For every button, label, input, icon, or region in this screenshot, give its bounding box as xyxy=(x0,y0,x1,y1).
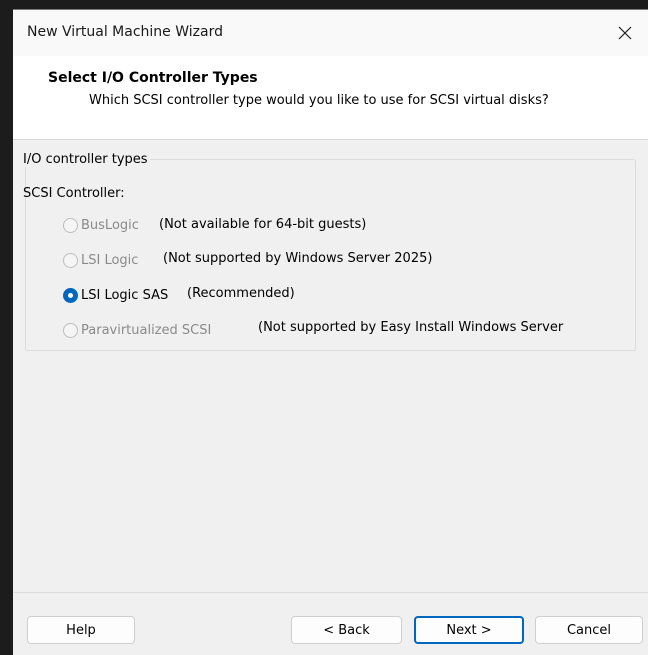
title-bar: New Virtual Machine Wizard xyxy=(13,10,648,56)
radio-lsi-logic-sas[interactable]: LSI Logic SAS xyxy=(63,285,168,305)
radio-button[interactable] xyxy=(63,217,78,233)
close-button[interactable] xyxy=(602,10,648,56)
wizard-header: Select I/O Controller Types Which SCSI c… xyxy=(13,56,648,140)
page-title: Select I/O Controller Types xyxy=(48,70,258,86)
radio-button-selected[interactable] xyxy=(63,287,78,303)
option-label: Paravirtualized SCSI xyxy=(81,322,212,338)
group-legend: I/O controller types xyxy=(21,152,150,167)
option-note: (Not available for 64-bit guests) xyxy=(159,217,367,232)
radio-paravirtualized-scsi[interactable]: Paravirtualized SCSI xyxy=(63,320,211,340)
back-button[interactable]: < Back xyxy=(291,616,402,644)
radio-button[interactable] xyxy=(63,322,78,338)
background-window-edge xyxy=(0,0,13,655)
scsi-controller-label: SCSI Controller: xyxy=(23,186,125,201)
page-subtitle: Which SCSI controller type would you lik… xyxy=(89,93,549,108)
radio-buslogic[interactable]: BusLogic xyxy=(63,215,139,235)
window-title: New Virtual Machine Wizard xyxy=(27,24,223,40)
option-label: LSI Logic xyxy=(81,252,139,268)
option-label: BusLogic xyxy=(81,217,139,233)
option-note: (Recommended) xyxy=(187,286,295,301)
close-icon xyxy=(618,26,632,40)
option-note: (Not supported by Easy Install Windows S… xyxy=(258,320,564,335)
option-note: (Not supported by Windows Server 2025) xyxy=(163,251,433,266)
wizard-window: New Virtual Machine Wizard Select I/O Co… xyxy=(13,9,648,655)
footer-divider xyxy=(13,592,648,593)
cancel-button[interactable]: Cancel xyxy=(535,616,643,644)
radio-lsi-logic[interactable]: LSI Logic xyxy=(63,250,138,270)
next-button[interactable]: Next > xyxy=(414,616,524,644)
option-label: LSI Logic SAS xyxy=(81,287,169,303)
help-button[interactable]: Help xyxy=(27,616,135,644)
radio-button[interactable] xyxy=(63,252,78,268)
